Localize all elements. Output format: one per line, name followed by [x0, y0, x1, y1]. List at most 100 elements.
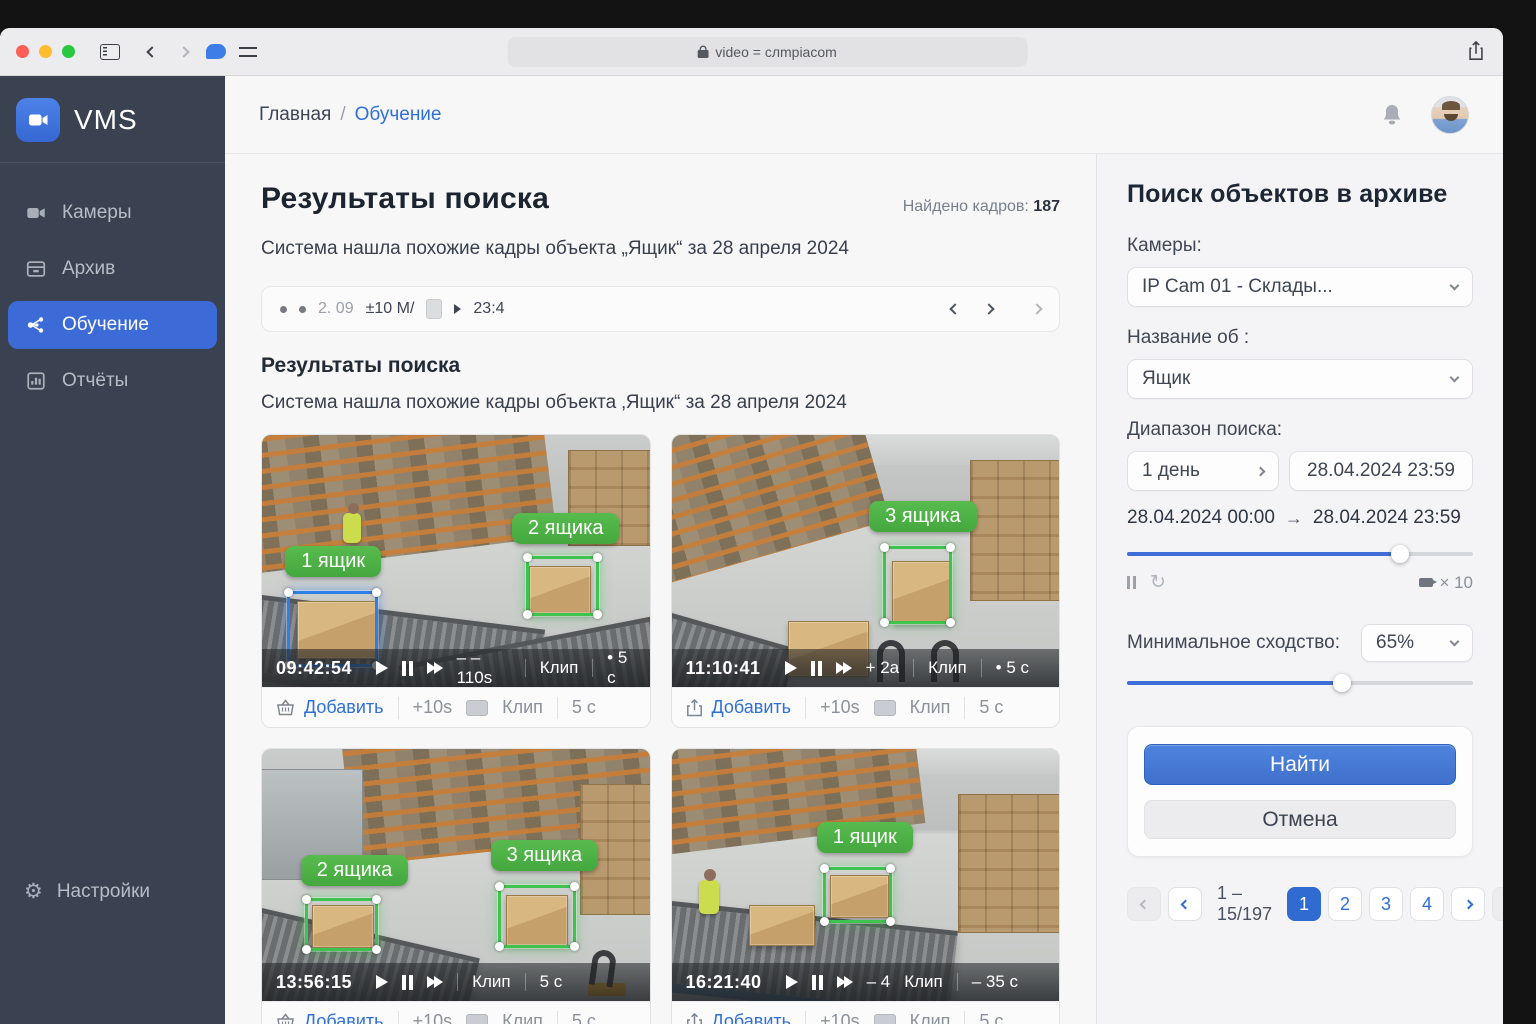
sidebar-item-cameras[interactable]: Камеры: [8, 189, 217, 237]
overlay-clip-label[interactable]: Клип: [472, 972, 511, 992]
overlay-clip-label[interactable]: Клип: [928, 658, 967, 678]
section-subtitle: Система нашла похожие кадры объекта ‚Ящи…: [261, 392, 1060, 414]
fast-forward-icon[interactable]: [427, 976, 443, 988]
similarity-slider-knob[interactable]: [1333, 674, 1351, 692]
plus10s-button[interactable]: +10s: [820, 1011, 860, 1024]
play-icon[interactable]: [786, 975, 798, 989]
plus10s-button[interactable]: +10s: [820, 697, 860, 718]
archive-icon: [24, 257, 48, 281]
plus10s-button[interactable]: +10s: [413, 1011, 453, 1024]
overlay-duration[interactable]: 5 с: [540, 972, 563, 992]
page-3-button[interactable]: 3: [1369, 887, 1403, 921]
close-window-button[interactable]: [16, 45, 29, 58]
pause-icon[interactable]: [811, 661, 822, 676]
sidebar-item-training[interactable]: Обучение: [8, 301, 217, 349]
sidebar-item-reports[interactable]: Отчёты: [8, 357, 217, 405]
clip-button[interactable]: Клип: [910, 697, 951, 718]
sidebar-toggle-icon[interactable]: [99, 43, 121, 61]
next-icon[interactable]: [983, 303, 994, 314]
similarity-label: Минимальное сходство:: [1127, 632, 1340, 654]
detection-tag: 2 ящика: [301, 855, 408, 886]
pause-icon[interactable]: [402, 975, 413, 990]
chat-bubble-icon[interactable]: [205, 43, 227, 61]
next-alt-icon[interactable]: [1031, 303, 1042, 314]
add-button[interactable]: Добавить: [686, 1011, 792, 1024]
timestamp: 13:56:15: [276, 972, 352, 993]
video-thumbnail[interactable]: 1 ящик 16:21:40 – 4 Клип – 35 c: [672, 749, 1060, 1001]
range-end-input[interactable]: 28.04.2024 23:59: [1289, 451, 1473, 491]
fast-forward-icon[interactable]: [427, 662, 443, 674]
fast-forward-icon[interactable]: [837, 976, 853, 988]
page-forward-button[interactable]: [1451, 887, 1485, 921]
pause-icon[interactable]: [402, 661, 413, 676]
fast-forward-icon[interactable]: [836, 662, 852, 674]
pause-icon[interactable]: [812, 975, 823, 990]
back-icon[interactable]: [141, 43, 163, 61]
notifications-bell-icon[interactable]: [1381, 103, 1403, 127]
page-1-button[interactable]: 1: [1287, 887, 1321, 921]
page-next-button[interactable]: 4: [1410, 887, 1444, 921]
page-first-button[interactable]: [1127, 887, 1161, 921]
find-button[interactable]: Найти: [1144, 744, 1456, 785]
overlay-duration[interactable]: – 35 c: [972, 972, 1018, 992]
user-avatar[interactable]: [1431, 96, 1469, 134]
page-last-button[interactable]: [1492, 887, 1503, 921]
sidebar-item-archive[interactable]: Архив: [8, 245, 217, 293]
overlay-duration[interactable]: • 5 c: [607, 648, 635, 687]
clip-button[interactable]: Клип: [502, 1011, 543, 1024]
similarity-select[interactable]: 65%: [1361, 624, 1473, 662]
video-thumbnail[interactable]: 3 ящика 11:10:41 + 2a Клип: [672, 435, 1060, 687]
video-thumbnail[interactable]: 2 ящика 3 ящика 13:56:15 Клип: [262, 749, 650, 1001]
tune-icon[interactable]: [237, 43, 259, 61]
duration-button[interactable]: 5 с: [572, 697, 596, 718]
clip-button[interactable]: Клип: [502, 697, 543, 718]
clip-button[interactable]: Клип: [910, 1011, 951, 1024]
range-preset-select[interactable]: 1 день: [1127, 451, 1279, 491]
video-overlay-bar: 09:42:54 – – 110s Клип • 5 c: [262, 649, 650, 687]
result-card: 3 ящика 11:10:41 + 2a Клип: [671, 434, 1061, 728]
video-thumbnail[interactable]: 1 ящик 2 ящика 09:42:54 – – 110s: [262, 435, 650, 687]
object-select[interactable]: Ящик: [1127, 359, 1473, 399]
duration-button[interactable]: 5 с: [979, 697, 1003, 718]
sidebar-item-settings[interactable]: ⚙ Настройки: [24, 879, 201, 904]
similarity-slider[interactable]: [1127, 674, 1473, 692]
frame-icon: [426, 299, 442, 319]
minimize-window-button[interactable]: [39, 45, 52, 58]
overlay-duration[interactable]: • 5 c: [996, 658, 1029, 678]
loop-icon[interactable]: ↻: [1150, 571, 1166, 594]
duration-button[interactable]: 5 с: [572, 1011, 596, 1024]
breadcrumb-separator: /: [340, 104, 345, 126]
cameras-select[interactable]: IP Cam 01 - Склады...: [1127, 267, 1473, 307]
cancel-button[interactable]: Отмена: [1144, 800, 1456, 839]
address-bar[interactable]: video = cлmpiacom: [507, 37, 1027, 67]
overlay-clip-label[interactable]: Клип: [540, 658, 579, 678]
range-preset-value: 1 день: [1142, 460, 1200, 482]
add-button[interactable]: Добавить: [276, 697, 384, 718]
bar-chart-icon: [24, 369, 48, 393]
playback-controls: ↻ × 10: [1127, 571, 1473, 594]
play-icon[interactable]: [785, 661, 797, 675]
duration-button[interactable]: 5 с: [979, 1011, 1003, 1024]
add-button[interactable]: Добавить: [686, 697, 792, 718]
overlay-clip-label[interactable]: Клип: [904, 972, 943, 992]
play-icon[interactable]: [376, 975, 388, 989]
time-slider-knob[interactable]: [1391, 545, 1409, 563]
time-slider[interactable]: [1127, 545, 1473, 563]
prev-icon[interactable]: [949, 303, 960, 314]
page-2-button[interactable]: 2: [1328, 887, 1362, 921]
forward-icon[interactable]: [173, 43, 195, 61]
plus10s-button[interactable]: +10s: [413, 697, 453, 718]
play-icon[interactable]: [376, 661, 388, 675]
dot-icon: [299, 306, 306, 313]
zoom-window-button[interactable]: [62, 45, 75, 58]
page-prev-button[interactable]: [1168, 887, 1202, 921]
add-button[interactable]: Добавить: [276, 1011, 384, 1024]
panel-title: Поиск объектов в архиве: [1127, 180, 1473, 209]
pause-icon[interactable]: [1127, 576, 1136, 589]
bounding-box: [498, 885, 576, 948]
share-icon[interactable]: [1467, 41, 1485, 61]
nodes-icon: [24, 313, 48, 337]
bounding-box: [883, 546, 953, 624]
breadcrumb-home[interactable]: Главная: [259, 104, 331, 126]
breadcrumb-current[interactable]: Обучение: [355, 104, 442, 126]
